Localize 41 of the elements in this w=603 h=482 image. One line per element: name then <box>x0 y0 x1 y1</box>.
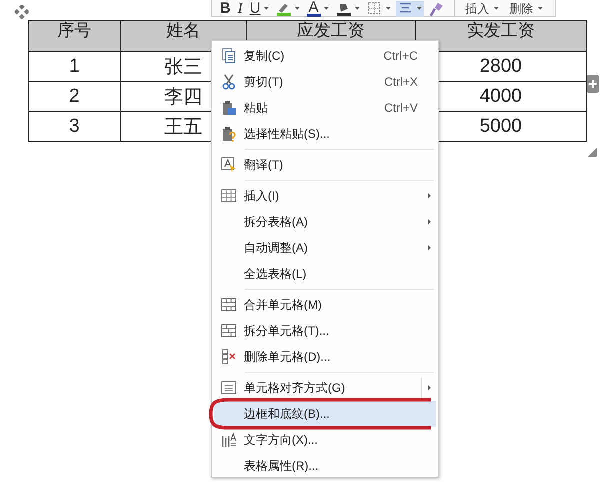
italic-tool[interactable]: I <box>236 0 245 16</box>
menu-item[interactable]: 拆分表格(A) <box>214 209 436 235</box>
toolbar-button[interactable]: 删除 <box>506 1 547 16</box>
underline-tool[interactable]: U <box>248 0 271 16</box>
translate-icon <box>221 157 237 173</box>
menu-item[interactable]: 全选表格(L) <box>214 261 436 287</box>
menu-item[interactable]: 文字方向(X)... <box>214 427 436 453</box>
menu-item[interactable]: 单元格对齐方式(G) <box>214 375 436 401</box>
menu-item[interactable]: 边框和底纹(B)... <box>214 401 436 427</box>
borders-icon <box>366 0 383 16</box>
menu-item[interactable]: 插入(I) <box>214 183 436 209</box>
font-color-tool[interactable]: A <box>304 0 331 16</box>
bold-tool[interactable]: B <box>218 0 233 16</box>
menu-item[interactable]: 表格属性(R)... <box>214 453 436 479</box>
align-tool[interactable] <box>396 0 424 16</box>
format-painter-icon <box>428 0 445 16</box>
split-cells-icon <box>221 323 237 339</box>
merge-cells-icon <box>221 297 237 313</box>
font-color-letter: A <box>306 0 321 16</box>
table-cell: 2 <box>28 82 120 112</box>
toolbar-button[interactable]: 插入 <box>462 1 503 16</box>
menu-item[interactable]: 合并单元格(M) <box>214 292 436 318</box>
copy-icon <box>221 48 237 64</box>
text-direction-icon <box>221 432 237 448</box>
menu-item[interactable]: 自动调整(A) <box>214 235 436 261</box>
column-header: 实发工资 <box>416 20 586 52</box>
paste-special-icon <box>221 126 237 142</box>
add-column-icon[interactable] <box>587 75 599 93</box>
scissors-icon <box>221 74 237 90</box>
table-cell: 1 <box>28 52 120 82</box>
cell-align-icon <box>221 380 237 396</box>
resize-handle-icon[interactable] <box>588 148 597 157</box>
menu-item[interactable]: 翻译(T) <box>214 152 436 178</box>
column-header: 序号 <box>28 20 120 52</box>
menu-item[interactable]: 拆分单元格(T)... <box>214 318 436 344</box>
table-icon <box>221 188 237 204</box>
menu-item[interactable]: 删除单元格(D)... <box>214 344 436 370</box>
paste-icon <box>221 100 237 116</box>
delete-cells-icon <box>221 349 237 365</box>
move-handle-icon[interactable] <box>15 5 29 19</box>
table-cell: 3 <box>28 112 120 142</box>
